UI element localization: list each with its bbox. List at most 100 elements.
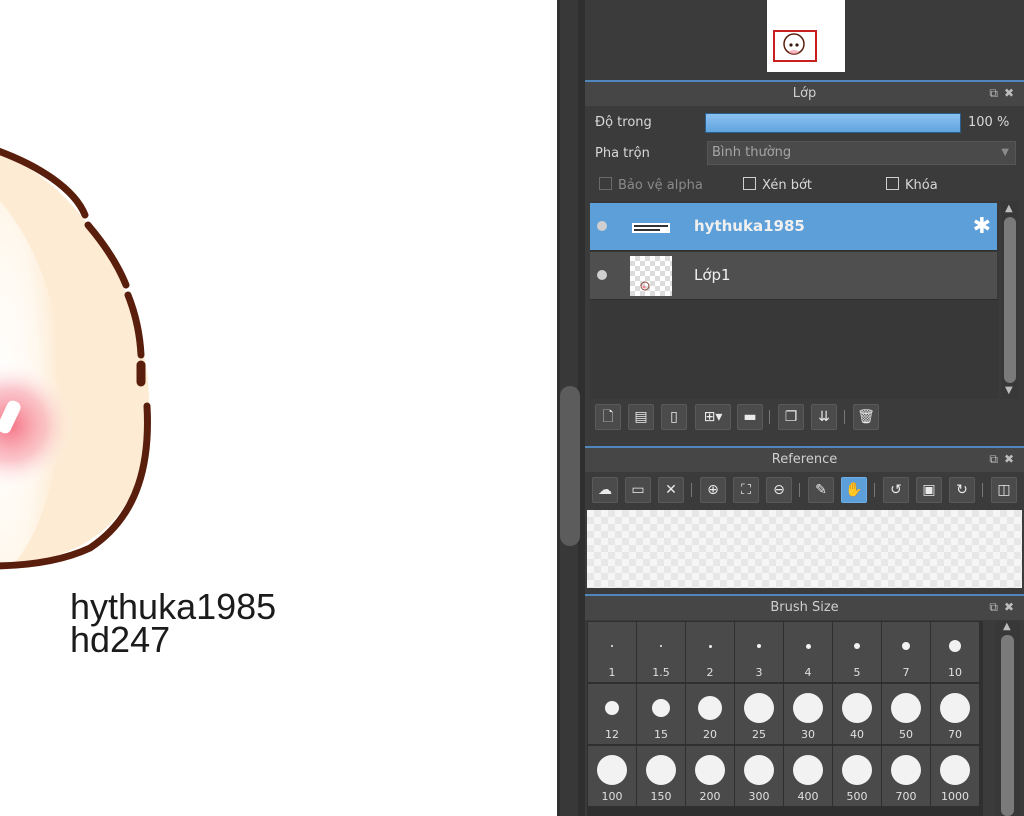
brush-dot-icon [793,755,823,785]
protect-alpha-checkbox[interactable]: Bảo vệ alpha [599,177,703,195]
popout-icon[interactable]: ⧉ [989,600,1004,614]
scroll-down-icon[interactable]: ▼ [1005,385,1013,396]
brush-size-50[interactable]: 50 [882,684,930,744]
hand-pan-icon[interactable]: ✋ [841,477,867,503]
brush-dot-icon [660,645,662,647]
scrollbar-thumb[interactable] [1004,217,1016,383]
brush-dot-icon [854,643,860,649]
lock-label: Khóa [905,178,938,193]
brush-size-label: 20 [703,728,717,741]
brush-size-4[interactable]: 4 [784,622,832,682]
visibility-eye-icon[interactable] [597,270,607,280]
opacity-slider[interactable] [705,113,961,133]
brush-dot-icon [902,642,910,650]
brush-size-20[interactable]: 20 [686,684,734,744]
brush-dot-icon [940,693,970,723]
brush-dot-icon [744,755,774,785]
brush-size-1.5[interactable]: 1.5 [637,622,685,682]
navigator-panel [585,0,1024,78]
eyedropper-icon[interactable]: ✎ [808,477,834,503]
brush-size-100[interactable]: 100 [588,746,636,806]
blend-mode-label: Pha trộn [595,146,650,161]
navigator-view-frame[interactable] [773,30,817,62]
open-folder-icon[interactable]: ▭ [625,477,651,503]
brush-size-scrollbar[interactable]: ▲ [995,621,1020,816]
brush-size-40[interactable]: 40 [833,684,881,744]
reference-image-area[interactable] [587,510,1022,588]
scroll-up-icon[interactable]: ▲ [1005,203,1013,214]
merge-layer-icon[interactable]: ⇊ [811,404,837,430]
close-icon[interactable]: ✖ [1004,600,1020,614]
blend-mode-select[interactable]: Bình thường ▼ [707,141,1016,165]
brush-size-2[interactable]: 2 [686,622,734,682]
brush-size-15[interactable]: 15 [637,684,685,744]
close-icon[interactable]: ✖ [1004,452,1020,466]
popout-icon[interactable]: ⧉ [989,452,1004,466]
brush-size-panel-titlebar[interactable]: Brush Size ⧉✖ [585,594,1024,620]
flip-horizontal-icon[interactable]: ◫ [991,477,1017,503]
zoom-in-icon[interactable]: ⊕ [700,477,726,503]
clipping-checkbox[interactable]: Xén bớt [743,177,812,195]
brush-size-3[interactable]: 3 [735,622,783,682]
lock-checkbox[interactable]: Khóa [886,177,938,195]
brush-size-12[interactable]: 12 [588,684,636,744]
brush-dot-icon [842,693,872,723]
upload-cloud-icon[interactable]: ☁ [592,477,618,503]
brush-size-label: 10 [948,666,962,679]
new-folder-icon[interactable]: ▬ [737,404,763,430]
brush-dot-icon [652,699,670,717]
new-layer-icon[interactable]: 🗋 [595,404,621,430]
drawing-canvas[interactable]: hythuka1985 hd247 [0,0,557,816]
new-1bit-layer-icon[interactable]: ▯ [661,404,687,430]
brush-size-25[interactable]: 25 [735,684,783,744]
brush-size-70[interactable]: 70 [931,684,979,744]
rotate-right-icon[interactable]: ↻ [949,477,975,503]
duplicate-layer-icon[interactable]: ❐ [778,404,804,430]
canvas-scrollbar-thumb[interactable] [560,386,580,546]
brush-dot-icon [805,643,811,649]
brush-size-300[interactable]: 300 [735,746,783,806]
brush-size-7[interactable]: 7 [882,622,930,682]
brush-size-5[interactable]: 5 [833,622,881,682]
new-8bit-layer-icon[interactable]: ▤ [628,404,654,430]
brush-size-1000[interactable]: 1000 [931,746,979,806]
add-layer-menu-icon[interactable]: ⊞▾ [695,404,731,430]
trash-icon[interactable]: 🗑 [853,404,879,430]
layer-row-hythuka1985[interactable]: hythuka1985 ✱ [590,203,997,251]
brush-size-label: 4 [804,666,812,679]
brush-size-label: 500 [846,790,868,803]
close-icon[interactable]: ✖ [1004,86,1020,100]
brush-size-1[interactable]: 1 [588,622,636,682]
brush-size-400[interactable]: 400 [784,746,832,806]
brush-dot-icon [708,644,712,648]
scrollbar-thumb[interactable] [1001,635,1014,816]
brush-size-500[interactable]: 500 [833,746,881,806]
zoom-out-icon[interactable]: ⊖ [766,477,792,503]
scroll-up-icon[interactable]: ▲ [1003,621,1011,632]
brush-size-10[interactable]: 10 [931,622,979,682]
layer-row-lop1[interactable]: Lớp1 [590,252,997,300]
brush-size-150[interactable]: 150 [637,746,685,806]
popout-icon[interactable]: ⧉ [989,86,1004,100]
navigator-thumbnail[interactable] [767,0,845,72]
layer-thumbnail [630,256,672,296]
brush-size-label: 70 [948,728,962,741]
rotate-left-icon[interactable]: ↺ [883,477,909,503]
brush-size-grid: 1 1.5 2 3 4 5 7 10 12 15 20 25 30 40 50 70 100 150 200 300 4… [587,621,983,816]
brush-size-200[interactable]: 200 [686,746,734,806]
reference-panel-titlebar[interactable]: Reference ⧉✖ [585,446,1024,472]
gear-icon[interactable]: ✱ [973,214,991,239]
brush-size-label: 30 [801,728,815,741]
brush-size-30[interactable]: 30 [784,684,832,744]
close-icon[interactable]: ✕ [658,477,684,503]
brush-dot-icon [646,755,676,785]
brush-size-700[interactable]: 700 [882,746,930,806]
caption-line-tag: hd247 [70,619,171,660]
layer-panel-titlebar[interactable]: Lớp ⧉✖ [585,80,1024,106]
brush-dot-icon [940,755,970,785]
side-panel: Lớp ⧉✖ Độ trong 100 % Pha trộn Bình thườ… [585,0,1024,816]
fit-window-icon[interactable]: ▣ [916,477,942,503]
layer-list-scrollbar[interactable]: ▲ ▼ [1001,201,1019,399]
fit-screen-icon[interactable]: ⛶ [733,477,759,503]
visibility-eye-icon[interactable] [597,221,607,231]
